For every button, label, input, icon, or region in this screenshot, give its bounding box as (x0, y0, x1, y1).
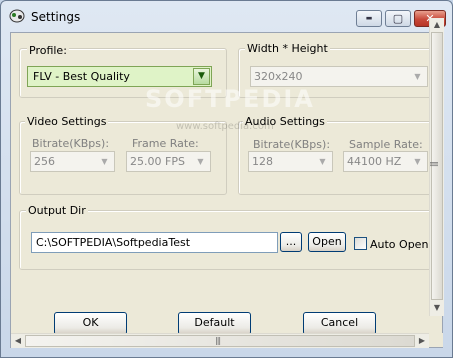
size-dropdown[interactable]: 320x240 ▼ (250, 66, 428, 87)
frame-rate-dropdown[interactable]: 25.00 FPS ▼ (126, 151, 211, 172)
settings-window: Settings ▬ ▢ ✕ Profile: FLV - Best Quali… (0, 0, 453, 358)
default-label: Default (194, 316, 235, 329)
sample-rate-value: 44100 HZ (347, 155, 402, 168)
profile-value: FLV - Best Quality (33, 70, 130, 83)
grip-icon: ||| (215, 336, 221, 345)
title-bar[interactable]: Settings ▬ ▢ ✕ (1, 1, 452, 31)
minimize-button[interactable]: ▬ (356, 10, 382, 27)
chevron-down-icon: ▼ (193, 68, 210, 85)
ok-button[interactable]: OK (54, 312, 127, 335)
video-bitrate-value: 256 (34, 155, 55, 168)
scroll-right-icon[interactable]: ▶ (415, 334, 429, 348)
vertical-scroll-thumb[interactable]: ||| (430, 32, 443, 300)
audio-settings-label: Audio Settings (243, 115, 327, 128)
chevron-down-icon: ▼ (414, 157, 421, 166)
frame-rate-value: 25.00 FPS (130, 155, 185, 168)
open-button[interactable]: Open (308, 232, 346, 252)
minimize-icon: ▬ (365, 14, 373, 22)
horizontal-scrollbar[interactable]: ◀ ||| ▶ (11, 333, 429, 348)
default-button[interactable]: Default (178, 312, 251, 335)
vertical-scrollbar[interactable]: ▲ ||| ▼ (429, 18, 444, 316)
cancel-label: Cancel (320, 316, 359, 329)
output-dir-input[interactable]: C:\SOFTPEDIA\SoftpediaTest (31, 232, 278, 253)
scrollbar-corner (429, 333, 443, 347)
video-bitrate-label: Bitrate(KBps): (32, 137, 110, 150)
video-bitrate-dropdown[interactable]: 256 ▼ (30, 151, 115, 172)
profile-dropdown[interactable]: FLV - Best Quality ▼ (27, 66, 212, 87)
open-label: Open (312, 235, 342, 248)
size-label: Width * Height (245, 42, 330, 55)
cancel-button[interactable]: Cancel (303, 312, 376, 335)
auto-open-checkbox[interactable] (354, 237, 367, 250)
size-value: 320x240 (254, 70, 303, 83)
audio-bitrate-label: Bitrate(KBps): (253, 138, 331, 151)
settings-app-icon (9, 9, 25, 23)
chevron-down-icon: ▼ (414, 72, 421, 81)
audio-bitrate-value: 128 (252, 155, 273, 168)
output-dir-value: C:\SOFTPEDIA\SoftpediaTest (36, 236, 191, 249)
grip-icon: ||| (430, 160, 440, 167)
chevron-down-icon: ▼ (197, 157, 204, 166)
maximize-button[interactable]: ▢ (385, 10, 411, 27)
scroll-up-icon[interactable]: ▲ (430, 18, 444, 32)
audio-bitrate-dropdown[interactable]: 128 ▼ (248, 151, 333, 172)
maximize-icon: ▢ (392, 12, 404, 25)
scroll-down-icon[interactable]: ▼ (430, 301, 444, 315)
browse-label: ... (285, 235, 297, 248)
frame-rate-label: Frame Rate: (132, 137, 199, 150)
chevron-down-icon: ▼ (319, 157, 326, 166)
ok-label: OK (82, 316, 99, 329)
output-dir-label: Output Dir (26, 204, 88, 217)
browse-button[interactable]: ... (280, 232, 302, 252)
window-title: Settings (31, 10, 81, 24)
chevron-down-icon: ▼ (101, 157, 108, 166)
settings-panel: Profile: FLV - Best Quality ▼ Width * He… (10, 32, 443, 348)
horizontal-scroll-thumb[interactable]: ||| (25, 335, 415, 347)
sample-rate-label: Sample Rate: (349, 138, 423, 151)
sample-rate-dropdown[interactable]: 44100 HZ ▼ (343, 151, 428, 172)
scroll-left-icon[interactable]: ◀ (11, 334, 25, 348)
profile-label: Profile: (27, 44, 69, 57)
video-settings-label: Video Settings (25, 115, 109, 128)
auto-open-label[interactable]: Auto Open (370, 238, 428, 251)
